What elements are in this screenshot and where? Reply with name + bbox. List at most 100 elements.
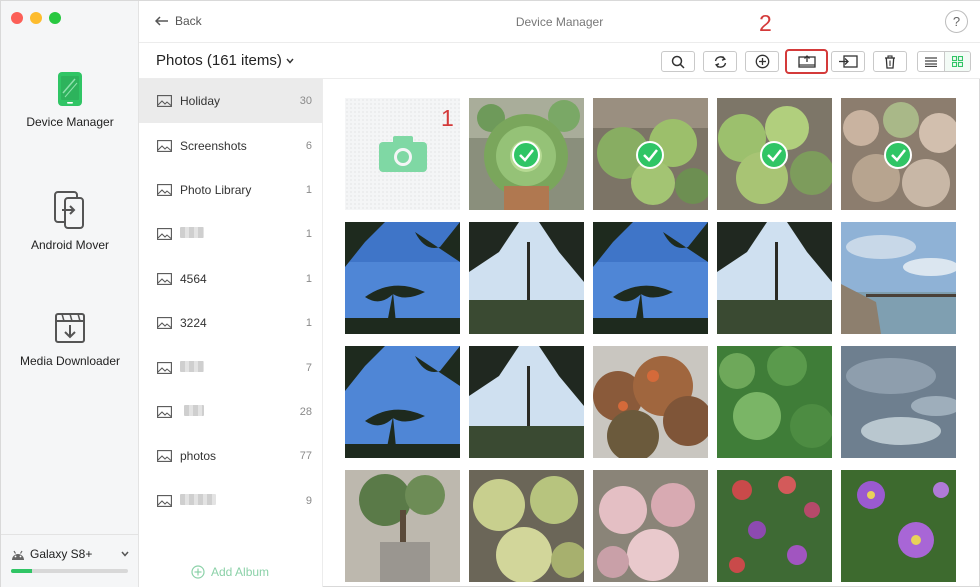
album-count: 1 [305, 272, 312, 285]
album-item[interactable]: 1 [139, 212, 322, 256]
album-item[interactable]: 7 [139, 345, 322, 389]
succulent-photo [469, 470, 584, 582]
storage-fill [11, 569, 33, 573]
add-button[interactable] [745, 51, 779, 72]
refresh-button[interactable] [703, 51, 737, 72]
album-name-redacted [180, 360, 322, 375]
page-title: Device Manager [515, 15, 604, 29]
album-count: 1 [305, 317, 312, 330]
search-button[interactable] [661, 51, 695, 72]
album-name: Screenshots [180, 138, 247, 153]
album-item[interactable]: 3224 1 [139, 301, 322, 345]
device-name: Galaxy S8+ [30, 547, 93, 561]
photo-thumbnail[interactable] [717, 222, 832, 334]
help-button[interactable]: ? [945, 10, 968, 33]
palm-tree-photo [345, 346, 460, 458]
photo-thumbnail-selected[interactable] [841, 98, 956, 210]
album-count: 9 [305, 494, 312, 507]
palm-tree-photo [345, 222, 460, 334]
palm-tree-photo [469, 222, 584, 334]
photo-thumbnail[interactable] [717, 346, 832, 458]
image-icon [157, 139, 172, 152]
album-title: Photos (161 items) [156, 52, 282, 69]
photo-thumbnail[interactable] [593, 222, 708, 334]
minimize-window-button[interactable] [30, 12, 42, 24]
flower-bed-photo [717, 470, 832, 582]
photo-thumbnail[interactable] [345, 346, 460, 458]
photo-thumbnail[interactable] [841, 470, 956, 582]
close-window-button[interactable] [11, 12, 23, 24]
album-item[interactable]: photos 77 [139, 434, 322, 478]
succulent-photo [593, 470, 708, 582]
photo-thumbnail[interactable] [593, 470, 708, 582]
nav-label: Android Mover [30, 238, 110, 252]
bonsai-photo [345, 470, 460, 582]
photo-thumbnail[interactable] [717, 470, 832, 582]
photo-thumbnail-selected[interactable] [469, 98, 584, 210]
album-name: 4564 [180, 271, 207, 286]
album-item[interactable]: Screenshots 6 [139, 123, 322, 167]
succulent-photo [841, 98, 956, 210]
album-name-redacted [180, 227, 322, 241]
refresh-icon [714, 55, 726, 68]
grass-photo [717, 346, 832, 458]
storage-bar [11, 569, 128, 573]
photo-thumbnail-selected[interactable] [717, 98, 832, 210]
album-count: 7 [305, 361, 312, 374]
step-annotation-1: 1 [441, 105, 454, 131]
add-album-button[interactable]: Add Album [191, 565, 269, 579]
album-item[interactable]: Holiday 30 [139, 79, 322, 124]
window-controls [11, 12, 61, 24]
app-window: Device Manager Android Mover Media Downl… [0, 0, 980, 587]
image-icon [157, 405, 172, 418]
header: Back Device Manager ? [139, 1, 980, 43]
photo-thumbnail[interactable] [841, 346, 956, 458]
plus-circle-icon [191, 565, 205, 579]
photo-thumbnail[interactable] [345, 222, 460, 334]
palm-tree-photo [593, 222, 708, 334]
photo-thumbnail[interactable] [469, 222, 584, 334]
photo-thumbnail-selected[interactable] [593, 98, 708, 210]
add-album-label: Add Album [211, 565, 270, 579]
album-item[interactable]: Photo Library 1 [139, 168, 322, 212]
photo-thumbnail[interactable] [469, 346, 584, 458]
export-to-computer-icon [797, 55, 816, 68]
image-icon [157, 361, 172, 374]
nav-item-media-downloader[interactable]: Media Downloader [1, 312, 139, 368]
phone-icon [58, 72, 82, 106]
photo-thumbnail[interactable] [593, 346, 708, 458]
photo-thumbnail[interactable] [345, 470, 460, 582]
grid-view-button[interactable] [943, 52, 970, 71]
send-to-device-button[interactable] [831, 51, 865, 72]
album-item[interactable]: 9 [139, 479, 322, 523]
album-item[interactable]: 28 [139, 390, 322, 434]
list-view-button[interactable] [918, 52, 944, 71]
palm-tree-photo [717, 222, 832, 334]
list-icon [924, 56, 937, 67]
photo-thumbnail[interactable] [841, 222, 956, 334]
android-icon [12, 550, 24, 560]
photo-thumbnail[interactable] [469, 470, 584, 582]
album-item[interactable]: 4564 1 [139, 257, 322, 301]
nav-label: Device Manager [26, 115, 114, 129]
export-to-computer-button[interactable] [785, 49, 828, 74]
album-name: Photo Library [180, 182, 252, 197]
toolbar: Photos (161 items) [139, 43, 980, 79]
delete-button[interactable] [873, 51, 907, 72]
album-count: 1 [305, 228, 312, 241]
album-count: 30 [299, 95, 312, 108]
album-count: 1 [305, 183, 312, 196]
image-icon [157, 272, 172, 285]
nav-item-android-mover[interactable]: Android Mover [1, 190, 139, 252]
maximize-window-button[interactable] [49, 12, 61, 24]
album-title-dropdown[interactable]: Photos (161 items) [156, 52, 294, 69]
step-annotation-2: 2 [759, 10, 772, 36]
device-selector[interactable]: Galaxy S8+ [1, 534, 139, 587]
album-list: Holiday 30 Screenshots 6 Photo Library 1… [139, 79, 323, 587]
shrub-photo [593, 346, 708, 458]
search-icon [671, 55, 685, 69]
album-name: 3224 [180, 316, 207, 331]
palm-tree-photo [469, 346, 584, 458]
chevron-down-icon [121, 551, 129, 557]
nav-item-device-manager[interactable]: Device Manager [1, 71, 139, 129]
